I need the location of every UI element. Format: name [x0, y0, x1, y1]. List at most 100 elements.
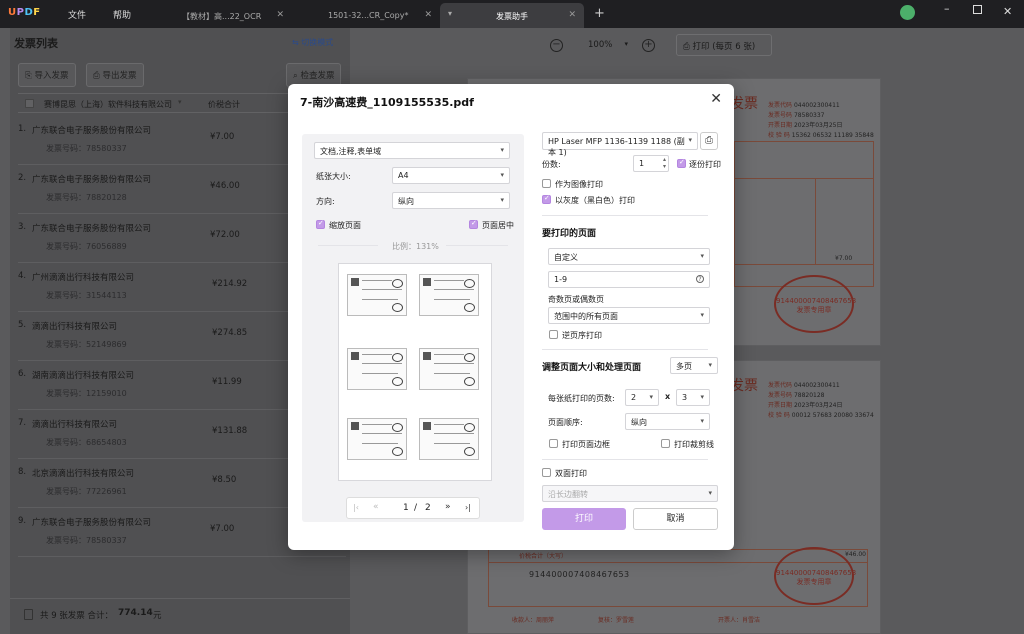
page-range-input[interactable]: 1-9? [548, 271, 710, 288]
prev-page-icon[interactable]: « [373, 502, 379, 512]
duplex-select: 沿长边翻转 ▾ [542, 485, 718, 502]
avatar[interactable] [900, 5, 915, 20]
seller-name: 广州滴滴出行科技有限公司 [32, 273, 135, 283]
invoice-title: 发票 [730, 378, 758, 394]
duplex-checkbox[interactable] [542, 468, 551, 477]
menu-help[interactable]: 帮助 [113, 8, 131, 21]
invoice-number: 发票号码：52149869 [46, 340, 127, 349]
import-label: 导入发票 [34, 71, 69, 81]
seller-name: 滴滴出行科技有限公司 [32, 420, 118, 430]
close-icon[interactable]: ✕ [568, 10, 576, 20]
import-invoice-button[interactable]: ⎘ 导入发票 [18, 63, 76, 87]
invoice-number: 发票号码：12159010 [46, 389, 127, 398]
close-icon[interactable]: ✕ [276, 10, 284, 20]
next-page-icon[interactable]: » [445, 502, 451, 512]
page-order-select[interactable]: 纵向 ▾ [625, 413, 710, 430]
field-label: 发票代码 [768, 382, 793, 389]
zoom-in-icon[interactable]: + [642, 39, 655, 52]
copies-value: 1 [639, 159, 645, 168]
page-order-value: 纵向 [631, 418, 647, 427]
tab-document-1[interactable]: 【教材】高...22_OCR ✕ [172, 3, 292, 28]
reviewer: 复核：罗雪莲 [598, 617, 635, 624]
close-icon[interactable]: ✕ [710, 91, 722, 107]
chevron-down-icon: ▾ [500, 146, 504, 154]
chevron-down-icon: ▾ [708, 489, 712, 497]
zoom-select[interactable]: 100% ▾ [574, 36, 630, 54]
invoice-number: 发票号码：76056889 [46, 242, 127, 251]
tab-dropdown-icon[interactable]: ▾ [448, 9, 452, 18]
duplex-label: 双面打印 [555, 469, 587, 478]
close-window-icon[interactable]: ✕ [1003, 5, 1012, 18]
chevron-down-icon: ▾ [624, 40, 628, 48]
close-icon[interactable]: ✕ [424, 10, 432, 20]
invoice-number: 发票号码：31544113 [46, 291, 127, 300]
odd-even-select[interactable]: 范围中的所有页面 ▾ [548, 307, 710, 324]
per-sheet-rows-select[interactable]: 3 ▾ [676, 389, 710, 406]
tab-document-2[interactable]: 1501-32...CR_Copy* ✕ [318, 3, 440, 28]
page-range-select[interactable]: 自定义 ▾ [548, 248, 710, 265]
chevron-down-icon: ▾ [500, 196, 504, 204]
collate-checkbox[interactable] [677, 158, 686, 168]
minimize-icon[interactable]: – [944, 2, 950, 15]
menu-file[interactable]: 文件 [68, 8, 86, 21]
per-sheet-columns-select[interactable]: 2 ▾ [625, 389, 659, 406]
first-page-icon[interactable]: |‹ [353, 503, 359, 512]
chevron-down-icon: ▾ [649, 393, 653, 401]
select-all-checkbox[interactable] [25, 99, 34, 108]
chevron-down-icon: ▾ [688, 136, 692, 144]
stepper-arrows-icon[interactable]: ▴ ▾ [663, 156, 666, 170]
page-current[interactable]: 1 [403, 503, 409, 513]
print-as-image-checkbox[interactable] [542, 179, 551, 188]
invoice-amount: ¥131.88 [212, 426, 248, 436]
divider [542, 349, 708, 350]
preview-pager: |‹ « 1 / 2 » ›| [346, 497, 480, 519]
print-preview [338, 263, 492, 481]
fit-page-checkbox[interactable] [316, 219, 325, 229]
orientation-select[interactable]: 纵向 ▾ [392, 192, 510, 209]
page-order-label: 页面顺序: [548, 418, 583, 427]
resize-mode-select[interactable]: 多页 ▾ [670, 357, 718, 374]
chevron-down-icon[interactable]: ▾ [178, 98, 182, 106]
last-page-icon[interactable]: ›| [465, 503, 471, 512]
copies-stepper[interactable]: 1 ▴ ▾ [633, 155, 669, 172]
invoice-table: ¥7.00 [734, 141, 874, 287]
cancel-button[interactable]: 取消 [633, 508, 718, 530]
printer-select[interactable]: HP Laser MFP 1136-1139 1188 (副本 1) ▾ [542, 132, 698, 157]
row-index: 8. [18, 467, 27, 477]
preview-thumb [347, 348, 407, 390]
switch-mode-button[interactable]: ⇆ 切换模式 [292, 37, 333, 48]
reverse-order-checkbox[interactable] [549, 330, 558, 339]
seller-name: 广东联合电子服务股份有限公司 [32, 518, 152, 528]
export-label: 导出发票 [102, 71, 137, 81]
field-value: 044002300411 [793, 102, 840, 109]
switch-icon: ⇆ [292, 38, 302, 47]
export-invoice-button[interactable]: ⎙ 导出发票 [86, 63, 144, 87]
grayscale-checkbox[interactable] [542, 194, 551, 204]
print-confirm-button[interactable]: 打印 [542, 508, 626, 530]
seller-name: 广东联合电子服务股份有限公司 [32, 126, 152, 136]
dialog-title: 7-南沙高速费_1109155535.pdf [300, 96, 474, 109]
chevron-down-icon: ▾ [500, 171, 504, 179]
paper-select[interactable]: A4 ▾ [392, 167, 510, 184]
field-value: 2023年03月25日 [793, 122, 843, 129]
zoom-value: 100% [588, 40, 613, 50]
print-as-image-label: 作为图像打印 [555, 180, 603, 189]
new-tab-icon[interactable]: + [594, 6, 605, 21]
tab-invoice-assistant[interactable]: ▾ 发票助手 ✕ [440, 3, 584, 28]
zoom-out-icon[interactable]: − [550, 39, 563, 52]
column-amount: 价税合计 [208, 100, 240, 109]
print-button[interactable]: ⎙ 打印 (每页 6 张) [676, 34, 772, 56]
print-border-checkbox[interactable] [549, 439, 558, 448]
content-select[interactable]: 文档,注释,表单域 ▾ [314, 142, 510, 159]
fit-page-label: 缩放页面 [329, 221, 361, 230]
cut-marks-checkbox[interactable] [661, 439, 670, 448]
per-sheet-rows-value: 3 [682, 393, 688, 402]
page-title: 发票列表 [14, 37, 58, 50]
column-seller[interactable]: 赛博昆思（上海）软件科技有限公司 [44, 99, 172, 110]
invoice-title: 发票 [730, 96, 758, 112]
odd-even-value: 范围中的所有页面 [554, 312, 618, 321]
maximize-icon[interactable] [973, 5, 982, 14]
help-icon[interactable]: ? [696, 275, 704, 283]
center-page-checkbox[interactable] [469, 219, 478, 229]
printer-icon[interactable]: ⎙ [700, 132, 718, 150]
